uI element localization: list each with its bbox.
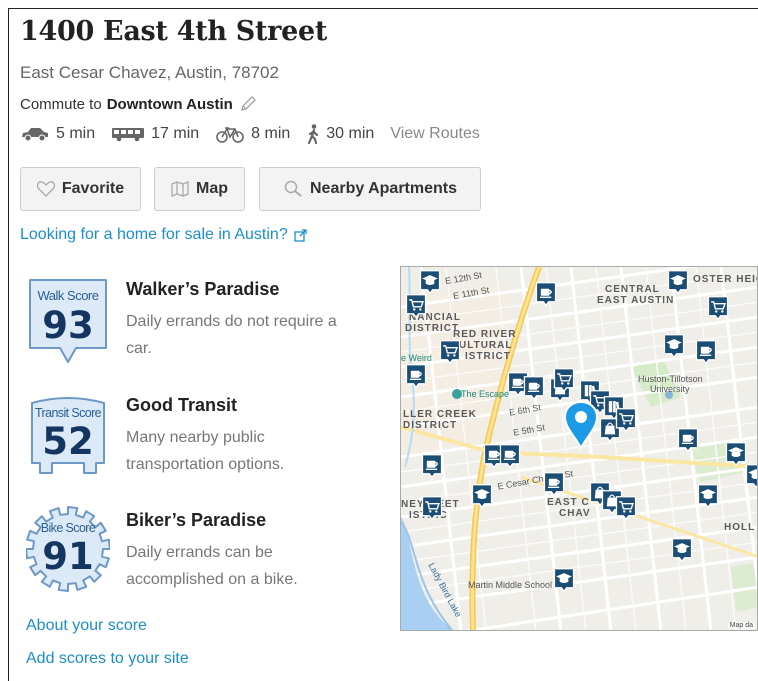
cart-poi-icon[interactable] <box>613 407 639 433</box>
map-label: Map <box>196 180 228 197</box>
transit-score-description: Many nearby public transportation option… <box>126 424 386 478</box>
view-routes-link[interactable]: View Routes <box>390 125 480 143</box>
school-poi-icon[interactable] <box>743 463 758 489</box>
walk-score-badge: Walk Score 93 <box>29 279 107 363</box>
bike-time: 8 min <box>251 125 291 142</box>
mode-bike[interactable]: 8 min <box>215 125 290 143</box>
transit-score-badge: Transit Score 52 <box>31 397 105 474</box>
search-icon <box>284 180 302 197</box>
external-link-icon <box>294 228 307 242</box>
page-title: 1400 East 4th Street <box>20 16 328 47</box>
favorite-label: Favorite <box>61 180 125 197</box>
walk-score-value: 93 <box>42 304 94 347</box>
label-waller-creek: LLER CREEK DISTRICT <box>403 409 477 431</box>
walk-score-desc-line2: car. <box>126 340 152 357</box>
commute-modes: 5 min 17 min 8 min 30 min View Routes <box>20 123 480 145</box>
address: East Cesar Chavez, Austin, 78702 <box>20 63 279 82</box>
mode-walk[interactable]: 30 min <box>306 124 374 144</box>
coffee-poi-icon[interactable] <box>497 443 523 469</box>
walk-icon <box>308 124 319 144</box>
nearby-label: Nearby Apartments <box>309 180 457 197</box>
bike-score-badge: Bike Score 91 <box>26 506 110 592</box>
cart-poi-icon[interactable] <box>419 495 445 521</box>
coffee-poi-icon[interactable] <box>521 375 547 401</box>
car-icon <box>22 128 48 142</box>
favorite-button[interactable]: Favorite <box>20 167 141 211</box>
cart-poi-icon[interactable] <box>551 367 577 393</box>
add-scores-link[interactable]: Add scores to your site <box>26 650 189 668</box>
pencil-icon[interactable] <box>238 94 258 114</box>
walk-score-badge-label: Walk Score <box>38 288 99 303</box>
school-poi-icon[interactable] <box>661 333 687 359</box>
bike-score-title: Biker’s Paradise <box>126 510 267 530</box>
coffee-poi-icon[interactable] <box>419 453 445 479</box>
coffee-poi-icon[interactable] <box>675 427 701 453</box>
coffee-poi-icon[interactable] <box>403 363 429 389</box>
walk-score-row: Walker’s Paradise Daily errands do not r… <box>126 279 386 362</box>
bus-icon <box>112 128 145 142</box>
label-huston-tillotson: Huston-Tillotson University <box>638 374 703 394</box>
coffee-poi-icon[interactable] <box>541 471 567 497</box>
nearby-apartments-button[interactable]: Nearby Apartments <box>259 167 481 211</box>
mode-transit[interactable]: 17 min <box>111 125 199 143</box>
transit-score-value: 52 <box>42 420 94 463</box>
school-poi-icon[interactable] <box>695 483 721 509</box>
school-poi-icon[interactable] <box>551 567 577 593</box>
map-button[interactable]: Map <box>154 167 245 211</box>
walk-score-desc-line1: Daily errands do not require a <box>126 313 337 330</box>
label-east-cesar-chavez: EAST C CHAV <box>547 497 591 519</box>
walk-score-title: Walker’s Paradise <box>126 279 280 299</box>
commute-prefix: Commute to <box>20 95 102 113</box>
cart-poi-icon[interactable] <box>613 495 639 521</box>
label-the-escape: The Escape <box>461 389 510 399</box>
school-poi-icon[interactable] <box>669 537 695 563</box>
label-holly: HOLL <box>724 522 756 533</box>
location-pin-icon[interactable] <box>563 400 599 450</box>
bike-icon <box>216 127 244 143</box>
bike-score-description: Daily errands can be accomplished on a b… <box>126 539 386 593</box>
school-poi-icon[interactable] <box>469 483 495 509</box>
transit-time: 17 min <box>151 125 200 142</box>
school-poi-icon[interactable] <box>417 269 443 295</box>
cart-poi-icon[interactable] <box>437 339 463 365</box>
commute-line: Commute to Downtown Austin <box>20 94 258 114</box>
coffee-poi-icon[interactable] <box>693 339 719 365</box>
home-for-sale-text: Looking for a home for sale in Austin? <box>20 226 288 243</box>
transit-score-desc-line1: Many nearby public <box>126 429 265 446</box>
coffee-poi-icon[interactable] <box>533 281 559 307</box>
home-for-sale-link[interactable]: Looking for a home for sale in Austin? <box>20 226 307 244</box>
about-score-link[interactable]: About your score <box>26 617 147 635</box>
transit-score-badge-label: Transit Score <box>35 406 102 420</box>
label-foster-heights: OSTER HEIG <box>693 274 758 285</box>
walk-score-description: Daily errands do not require a car. <box>126 308 386 362</box>
map-data-attribution: Map da <box>727 622 755 629</box>
school-poi-icon[interactable] <box>665 269 691 295</box>
neighborhood-map[interactable]: CENTRAL EAST AUSTIN OSTER HEIG NANCIAL D… <box>400 266 758 631</box>
cart-poi-icon[interactable] <box>403 293 429 319</box>
bike-score-row: Biker’s Paradise Daily errands can be ac… <box>126 510 386 593</box>
bike-score-desc-line1: Daily errands can be <box>126 544 273 561</box>
walk-time: 30 min <box>326 125 375 142</box>
label-martin-middle-school: Martin Middle School <box>468 580 553 590</box>
bike-score-badge-label: Bike Score <box>41 521 96 535</box>
label-keep-weird: e Weird <box>401 353 432 363</box>
commute-destination[interactable]: Downtown Austin <box>107 96 233 113</box>
cart-poi-icon[interactable] <box>705 295 731 321</box>
transit-score-title: Good Transit <box>126 395 238 415</box>
drive-time: 5 min <box>56 125 96 142</box>
label-central-east: CENTRAL EAST AUSTIN <box>597 284 675 306</box>
heart-icon <box>36 181 55 197</box>
transit-score-desc-line2: transportation options. <box>126 456 285 473</box>
bike-score-value: 91 <box>42 535 94 578</box>
transit-score-row: Good Transit Many nearby public transpor… <box>126 395 386 478</box>
mode-drive[interactable]: 5 min <box>20 125 95 143</box>
map-icon <box>171 181 189 197</box>
bike-score-desc-line2: accomplished on a bike. <box>126 571 298 588</box>
